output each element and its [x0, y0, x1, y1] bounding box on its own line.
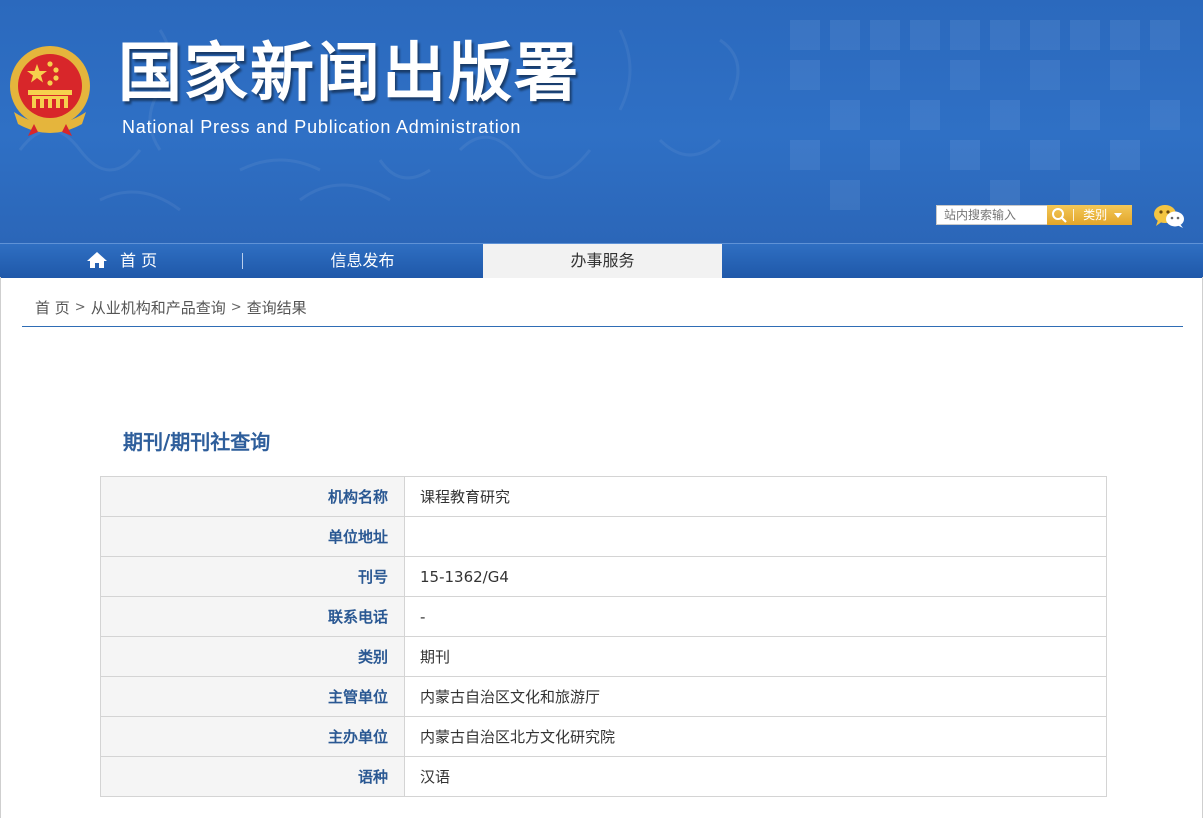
- home-icon: [87, 251, 107, 268]
- wechat-icon[interactable]: [1152, 203, 1186, 229]
- nav-info[interactable]: 信息发布: [290, 244, 435, 278]
- row-value: 课程教育研究: [404, 476, 1107, 517]
- row-value: 内蒙古自治区文化和旅游厅: [404, 676, 1107, 717]
- search-button[interactable]: [1047, 205, 1073, 225]
- breadcrumb-separator: >: [230, 300, 242, 315]
- divider: [1073, 209, 1074, 221]
- nav-divider: [242, 253, 243, 269]
- breadcrumb-separator: >: [74, 300, 86, 315]
- row-label: 刊号: [100, 556, 405, 597]
- row-label: 语种: [100, 756, 405, 797]
- row-value: 期刊: [404, 636, 1107, 677]
- table-row: 机构名称 课程教育研究: [100, 476, 1107, 517]
- breadcrumb-home[interactable]: 首 页: [35, 299, 70, 317]
- site-search: 类别: [936, 205, 1132, 225]
- site-header: 国家新闻出版署 National Press and Publication A…: [0, 0, 1203, 244]
- table-row: 联系电话 -: [100, 596, 1107, 637]
- table-row: 刊号 15-1362/G4: [100, 556, 1107, 597]
- search-icon: [1052, 208, 1067, 223]
- nav-service[interactable]: 办事服务: [483, 244, 722, 278]
- nav-home[interactable]: 首 页: [82, 244, 192, 278]
- row-value: 内蒙古自治区北方文化研究院: [404, 716, 1107, 757]
- table-row: 主管单位 内蒙古自治区文化和旅游厅: [100, 676, 1107, 717]
- site-title-cn: 国家新闻出版署: [118, 37, 580, 111]
- nav-home-label: 首 页: [120, 251, 158, 270]
- row-label: 机构名称: [100, 476, 405, 517]
- table-row: 主办单位 内蒙古自治区北方文化研究院: [100, 716, 1107, 757]
- breadcrumb-level2: 查询结果: [246, 299, 307, 317]
- category-label: 类别: [1083, 208, 1108, 222]
- row-value: [404, 516, 1107, 557]
- site-title-en: National Press and Publication Administr…: [122, 117, 522, 137]
- category-dropdown[interactable]: 类别: [1073, 205, 1132, 225]
- row-label: 单位地址: [100, 516, 405, 557]
- row-label: 主办单位: [100, 716, 405, 757]
- row-value: 汉语: [404, 756, 1107, 797]
- main-nav: 首 页 信息发布 办事服务: [0, 243, 1203, 278]
- search-input[interactable]: [936, 205, 1049, 225]
- page-title: 期刊/期刊社查询: [123, 430, 271, 454]
- row-label: 类别: [100, 636, 405, 677]
- row-value: 15-1362/G4: [404, 556, 1107, 597]
- national-emblem-icon: [10, 46, 90, 136]
- row-label: 联系电话: [100, 596, 405, 637]
- table-row: 类别 期刊: [100, 636, 1107, 677]
- breadcrumb-level1[interactable]: 从业机构和产品查询: [91, 299, 226, 317]
- row-label: 主管单位: [100, 676, 405, 717]
- table-row: 单位地址: [100, 516, 1107, 557]
- info-table: 机构名称 课程教育研究 单位地址 刊号 15-1362/G4 联系电话 - 类别…: [100, 476, 1107, 797]
- breadcrumb: 首 页 > 从业机构和产品查询 > 查询结果: [35, 297, 307, 318]
- row-value: -: [404, 596, 1107, 637]
- table-row: 语种 汉语: [100, 756, 1107, 797]
- breadcrumb-divider: [22, 326, 1183, 327]
- dropdown-arrow-icon: [1113, 213, 1122, 218]
